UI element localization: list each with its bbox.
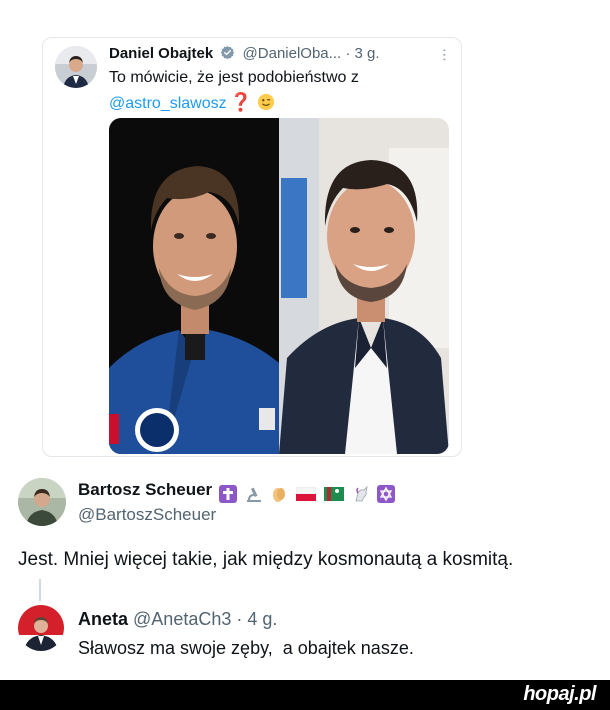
nested-reply-author-avatar[interactable] <box>18 605 64 651</box>
embedded-tweet-card[interactable]: Daniel Obajtek @DanielOba... · 3 g. ⋯ To… <box>42 37 462 457</box>
thread-connector-line <box>39 579 41 601</box>
star-of-david-icon <box>377 484 396 503</box>
nested-reply-text: Sławosz ma swoje zęby, a obajtek nasze. <box>78 638 414 658</box>
cross-icon <box>218 484 237 503</box>
nested-reply-author-name[interactable]: Aneta <box>78 609 128 629</box>
microscope-icon <box>246 487 261 502</box>
tweet-author-avatar[interactable] <box>55 46 97 88</box>
reply-author-name[interactable]: Bartosz Scheuer <box>78 480 212 499</box>
tweet-separator: · <box>345 45 351 62</box>
nested-reply-separator: · <box>236 609 243 629</box>
tweet-timestamp[interactable]: 3 g. <box>355 45 380 62</box>
poland-flag-icon <box>296 486 317 501</box>
nested-reply-timestamp[interactable]: 4 g. <box>247 609 277 629</box>
tweet-text: To mówicie, że jest podobieństwo z @astr… <box>109 66 359 116</box>
unicorn-icon <box>355 485 368 501</box>
nested-reply-header: Aneta @AnetaCh3 · 4 g. <box>78 609 277 630</box>
tweet-header: Daniel Obajtek @DanielOba... · 3 g. <box>109 45 380 62</box>
tweet-text-body: To mówicie, że jest podobieństwo z <box>109 69 359 86</box>
more-options-icon[interactable]: ⋯ <box>437 48 453 63</box>
verified-badge-icon <box>221 45 235 60</box>
reply-text: Jest. Mniej więcej takie, jak między kos… <box>18 549 514 570</box>
winking-face-icon <box>257 93 274 111</box>
tweet-photo[interactable] <box>109 118 449 454</box>
footer-bar: hopaj.pl <box>0 680 610 710</box>
name-emoji-row <box>218 483 398 503</box>
reply-author-avatar[interactable] <box>18 478 66 526</box>
clapping-hands-icon <box>273 487 286 502</box>
question-mark-icon: ❓ <box>229 92 253 112</box>
turkmenistan-flag-icon <box>323 486 344 501</box>
site-logo[interactable]: hopaj.pl <box>523 683 596 706</box>
mention-link[interactable]: @astro_slawosz <box>109 95 227 112</box>
tweet-author-handle[interactable]: @DanielOba... <box>243 45 342 62</box>
reply-author-handle[interactable]: @BartoszScheuer <box>78 505 216 525</box>
reply-author-name-row: Bartosz Scheuer <box>78 480 398 503</box>
tweet-author-name[interactable]: Daniel Obajtek <box>109 45 213 62</box>
nested-reply-author-handle[interactable]: @AnetaCh3 <box>133 609 231 629</box>
